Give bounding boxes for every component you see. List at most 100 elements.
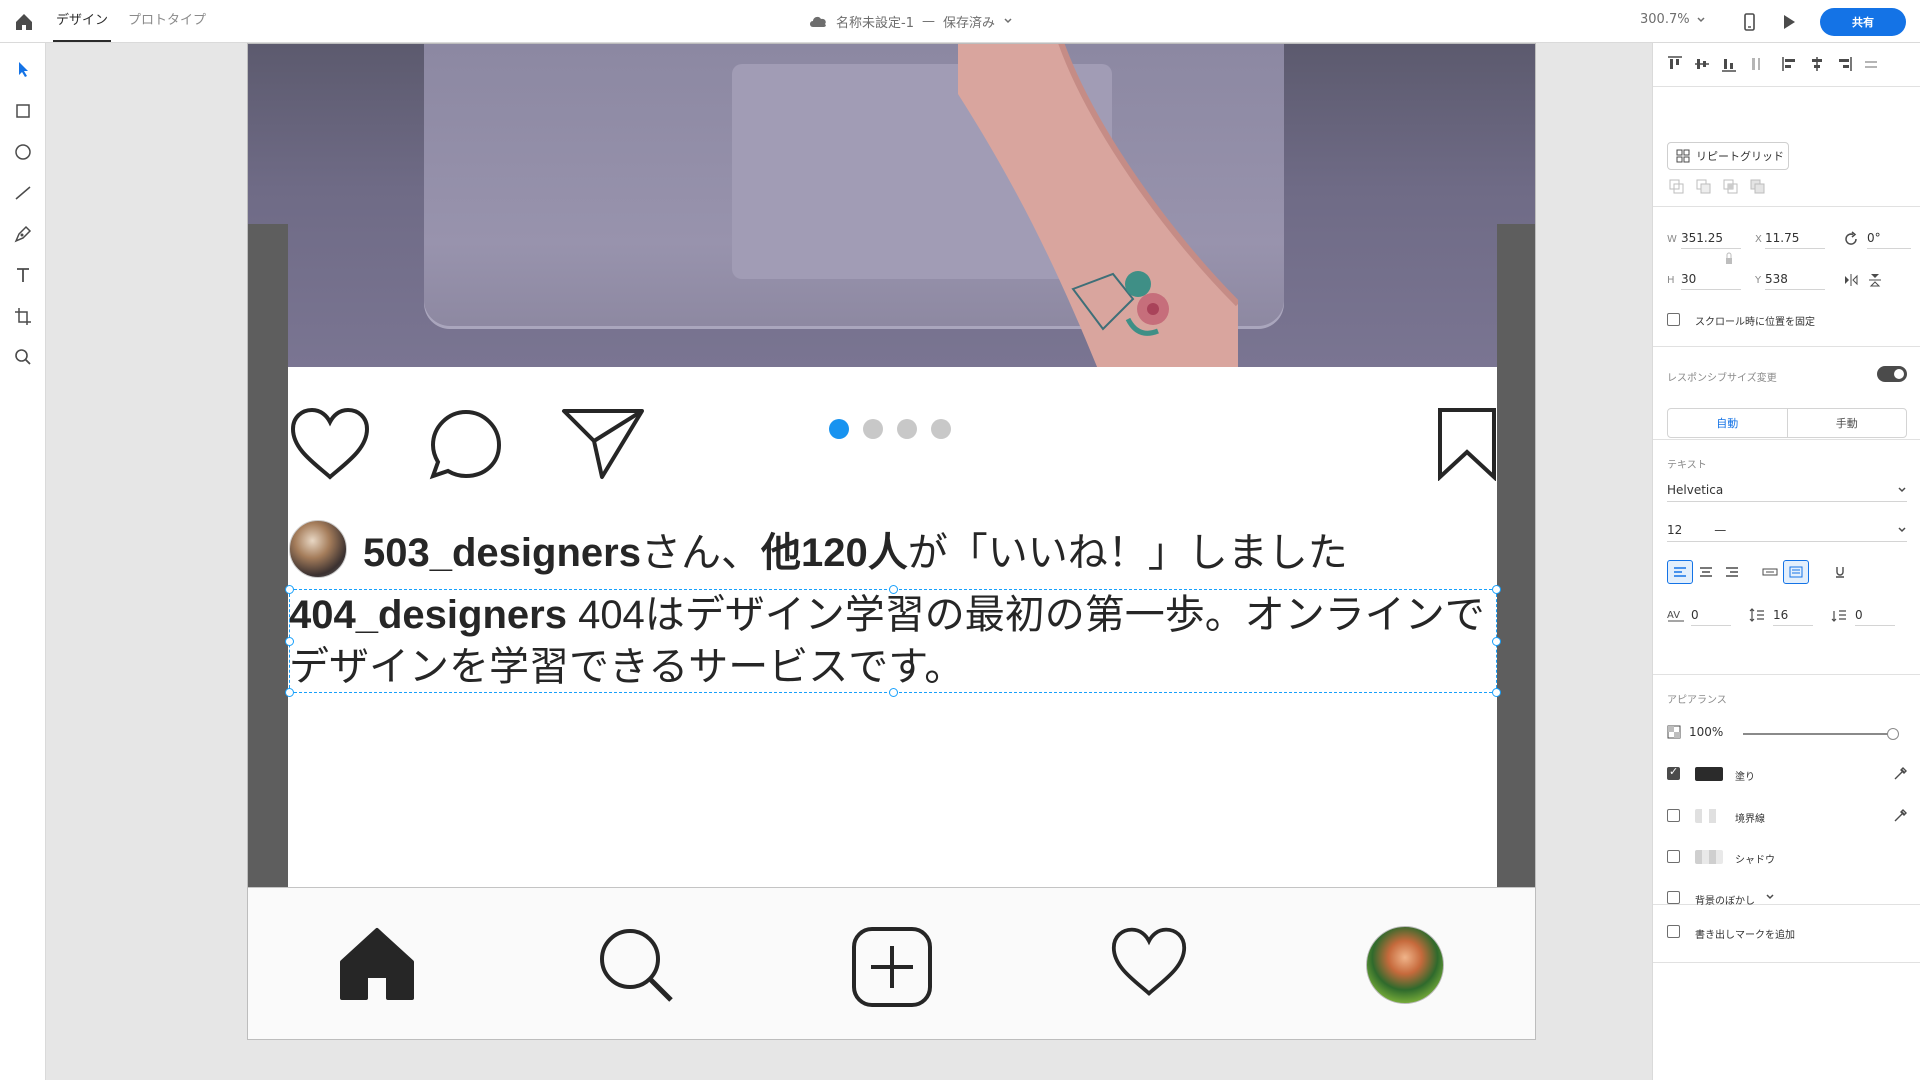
background-blur-checkbox[interactable]	[1667, 891, 1680, 904]
ellipse-tool-icon[interactable]	[12, 141, 34, 163]
eyedropper-icon[interactable]	[1893, 765, 1909, 781]
document-title[interactable]: 名称未設定-1 — 保存済み	[808, 11, 1013, 31]
x-label: X	[1755, 234, 1762, 245]
responsive-toggle[interactable]	[1877, 366, 1907, 382]
align-left-icon[interactable]	[1781, 55, 1799, 73]
fill-checkbox[interactable]	[1667, 765, 1680, 780]
mode-auto-button[interactable]: 自動	[1668, 409, 1788, 437]
artboard[interactable]: 503_designersさん、他120人が「いいね！」しました 404_des…	[247, 43, 1536, 1040]
font-size-value[interactable]: 12	[1667, 523, 1682, 537]
search-icon[interactable]	[597, 926, 675, 1004]
opacity-slider[interactable]	[1743, 728, 1899, 740]
tab-prototype[interactable]: プロトタイプ	[128, 12, 206, 30]
share-button[interactable]: 共有	[1820, 8, 1906, 36]
responsive-mode-switch[interactable]: 自動 手動	[1667, 408, 1907, 438]
zoom-tool-icon[interactable]	[12, 346, 34, 368]
tool-bar	[0, 43, 46, 1080]
likes-count[interactable]: 他120人	[761, 531, 908, 575]
carousel-dot[interactable]	[863, 419, 883, 439]
font-family-select[interactable]: Helvetica	[1667, 478, 1907, 502]
zoom-level[interactable]: 300.7%	[1640, 12, 1706, 27]
shadow-swatch[interactable]	[1695, 850, 1723, 864]
device-preview-icon[interactable]	[1738, 11, 1760, 33]
line-spacing-field[interactable]: 16	[1773, 606, 1813, 626]
lock-aspect-icon[interactable]	[1725, 252, 1733, 266]
repeat-grid-button[interactable]: リピートグリッド	[1667, 142, 1789, 170]
carousel-dot[interactable]	[931, 419, 951, 439]
artboard-tool-icon[interactable]	[12, 305, 34, 327]
text-align-left-button[interactable]	[1667, 560, 1693, 584]
tab-design[interactable]: デザイン	[52, 12, 112, 42]
add-post-icon[interactable]	[851, 926, 933, 1008]
post-photo[interactable]	[248, 44, 1535, 367]
home-icon[interactable]	[338, 926, 416, 1002]
fill-swatch[interactable]	[1695, 767, 1723, 781]
activity-heart-icon[interactable]	[1110, 926, 1188, 998]
y-field[interactable]: 538	[1765, 270, 1825, 290]
document-separator: —	[921, 13, 935, 29]
select-arrow-icon[interactable]	[12, 58, 34, 80]
text-align-right-button[interactable]	[1719, 560, 1745, 584]
paragraph-spacing-field[interactable]: 0	[1855, 606, 1895, 626]
line-tool-icon[interactable]	[12, 182, 34, 204]
boolean-add-icon[interactable]	[1669, 179, 1685, 195]
align-middle-icon[interactable]	[1693, 55, 1711, 73]
text-align-center-button[interactable]	[1693, 560, 1719, 584]
fixed-size-button[interactable]	[1783, 560, 1809, 584]
profile-avatar[interactable]	[1366, 926, 1444, 1004]
liker-avatar[interactable]	[289, 520, 347, 578]
liker-username[interactable]: 503_designers	[363, 531, 641, 575]
align-right-icon[interactable]	[1835, 55, 1853, 73]
boolean-subtract-icon[interactable]	[1696, 179, 1712, 195]
opacity-value[interactable]: 100%	[1689, 725, 1723, 739]
align-top-icon[interactable]	[1666, 55, 1684, 73]
font-weight-value[interactable]: —	[1714, 523, 1726, 537]
y-label: Y	[1755, 275, 1762, 286]
distribute-vertical-icon[interactable]	[1747, 55, 1765, 73]
eyedropper-icon[interactable]	[1893, 807, 1909, 823]
like-heart-icon[interactable]	[289, 407, 371, 481]
flip-horizontal-icon[interactable]	[1843, 272, 1859, 288]
text-tool-icon[interactable]	[12, 264, 34, 286]
play-icon[interactable]	[1777, 11, 1799, 33]
align-center-icon[interactable]	[1808, 55, 1826, 73]
fix-scroll-checkbox[interactable]	[1667, 313, 1680, 326]
opacity-icon	[1667, 725, 1681, 739]
align-bottom-icon[interactable]	[1720, 55, 1738, 73]
pen-tool-icon[interactable]	[12, 223, 34, 245]
fill-label: 塗り	[1735, 772, 1755, 783]
character-spacing-field[interactable]: 0	[1691, 606, 1731, 626]
post-caption[interactable]: 404_designers 404はデザイン学習の最初の第一歩。オンラインでデザ…	[289, 589, 1497, 693]
border-swatch[interactable]	[1695, 809, 1723, 823]
border-checkbox[interactable]	[1667, 809, 1680, 822]
width-field[interactable]: 351.25	[1681, 229, 1741, 249]
height-field[interactable]: 30	[1681, 270, 1741, 290]
font-family-value: Helvetica	[1667, 482, 1724, 497]
fix-scroll-label: スクロール時に位置を固定	[1695, 317, 1815, 328]
carousel-indicator	[829, 419, 951, 439]
boolean-intersect-icon[interactable]	[1723, 179, 1739, 195]
chevron-down-icon	[1898, 486, 1906, 492]
chevron-down-icon[interactable]	[1765, 892, 1775, 902]
export-mark-checkbox[interactable]	[1667, 925, 1680, 938]
underline-button[interactable]	[1827, 560, 1853, 584]
carousel-dot[interactable]	[829, 419, 849, 439]
repeat-grid-section: リピートグリッド	[1653, 87, 1920, 207]
rotation-field[interactable]: 0°	[1867, 229, 1911, 249]
mode-manual-button[interactable]: 手動	[1788, 409, 1907, 437]
share-send-icon[interactable]	[561, 407, 645, 481]
home-icon[interactable]	[13, 11, 35, 33]
bookmark-icon[interactable]	[1437, 407, 1497, 481]
auto-width-button[interactable]	[1757, 560, 1783, 584]
carousel-dot[interactable]	[897, 419, 917, 439]
caption-username[interactable]: 404_designers	[289, 593, 567, 637]
canvas[interactable]: 503_designersさん、他120人が「いいね！」しました 404_des…	[46, 43, 1652, 1080]
rectangle-tool-icon[interactable]	[12, 100, 34, 122]
boolean-exclude-icon[interactable]	[1750, 179, 1766, 195]
shadow-checkbox[interactable]	[1667, 850, 1680, 863]
comment-bubble-icon[interactable]	[429, 407, 503, 481]
flip-vertical-icon[interactable]	[1867, 272, 1883, 288]
font-size-weight-row[interactable]: 12 —	[1667, 518, 1907, 542]
x-field[interactable]: 11.75	[1765, 229, 1825, 249]
distribute-horizontal-icon[interactable]	[1862, 55, 1880, 73]
